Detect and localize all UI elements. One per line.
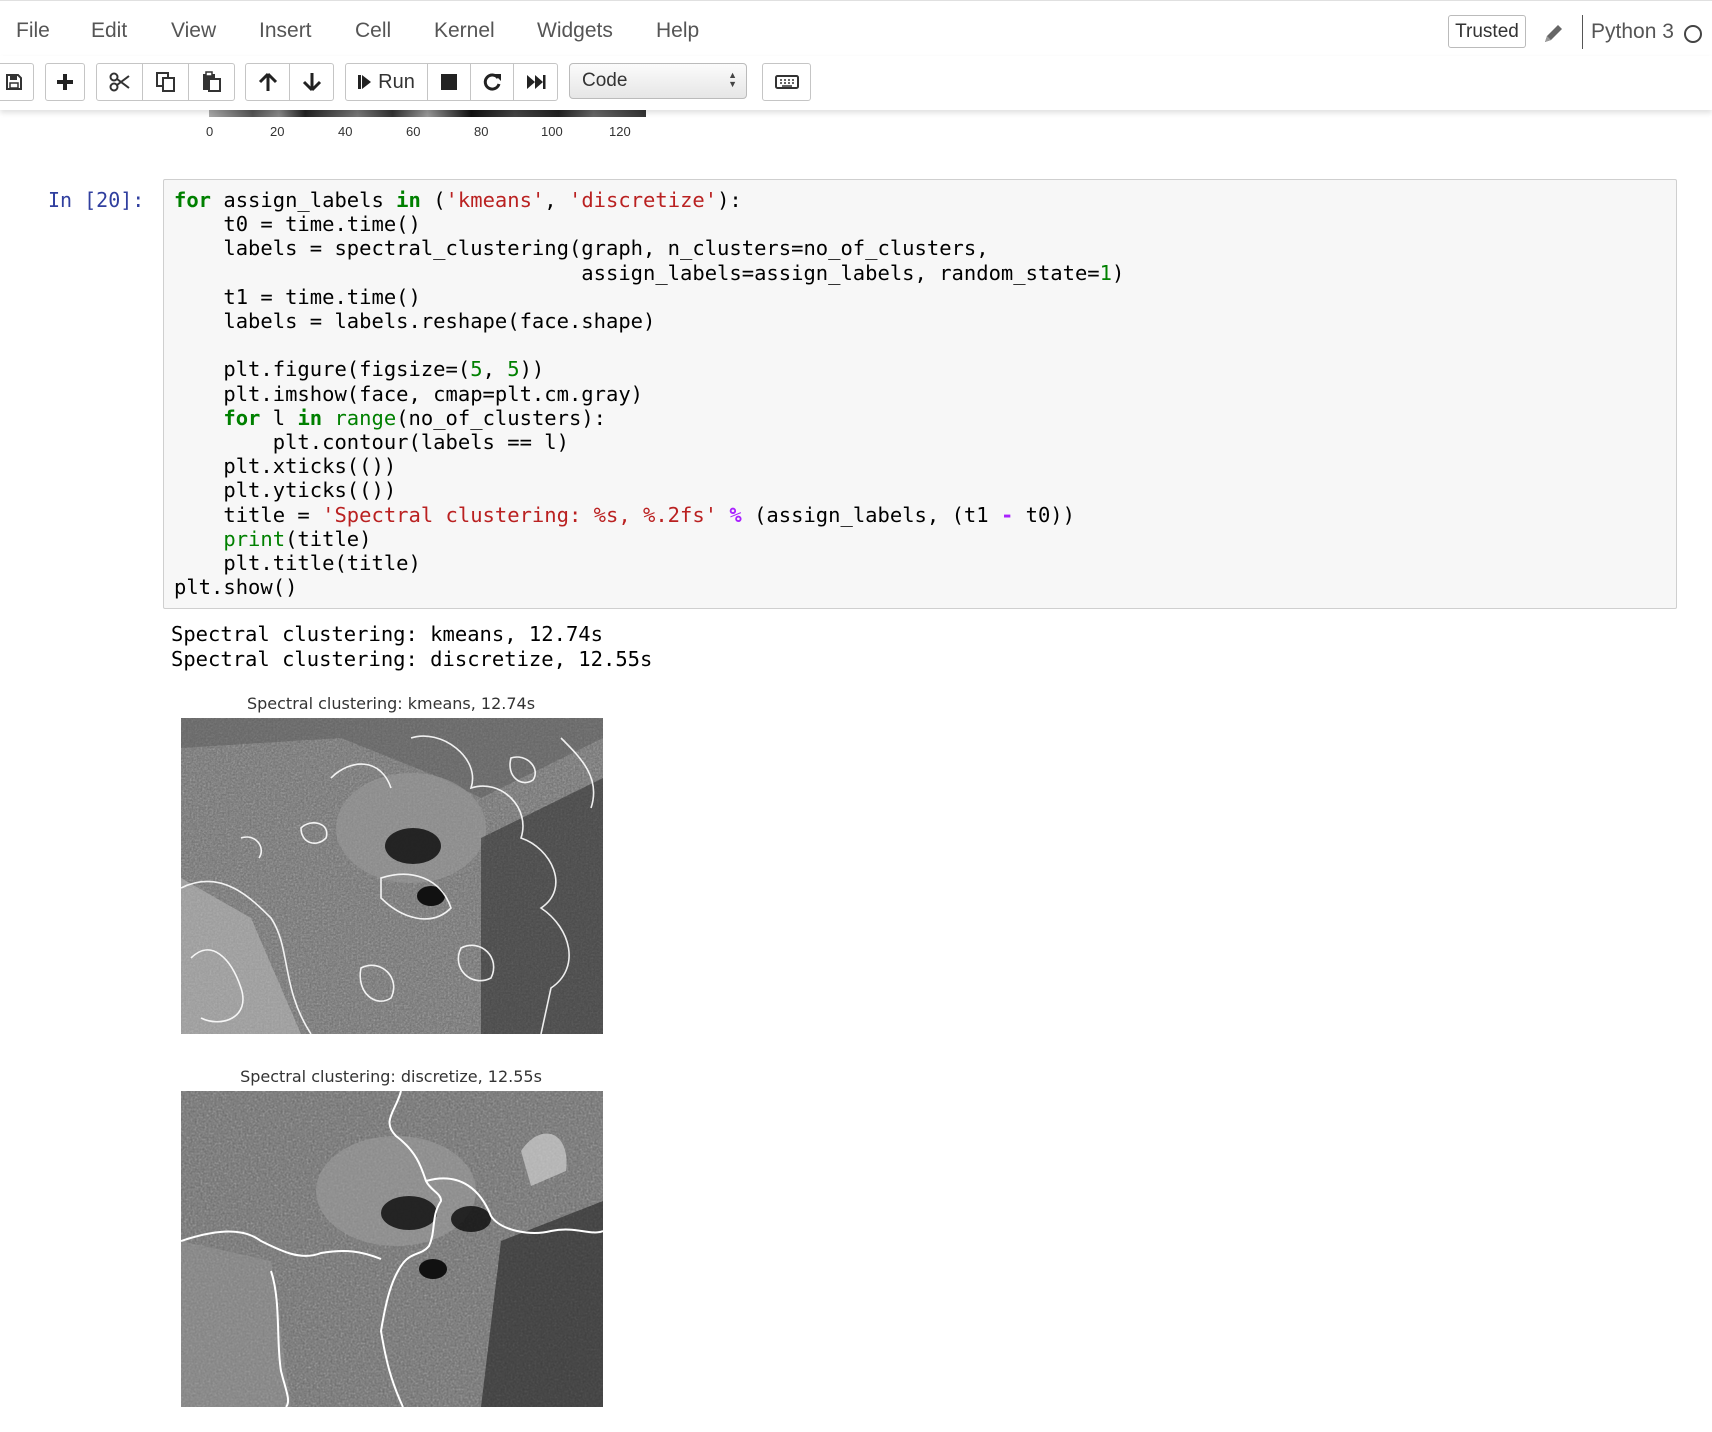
figure-title-discretize: Spectral clustering: discretize, 12.55s bbox=[240, 1067, 542, 1086]
stdout-line: Spectral clustering: discretize, 12.55s bbox=[171, 646, 653, 671]
menu-cell[interactable]: Cell bbox=[355, 19, 391, 43]
insert-cell-button[interactable] bbox=[45, 63, 85, 101]
cut-button[interactable] bbox=[96, 63, 143, 101]
menu-help[interactable]: Help bbox=[656, 19, 699, 43]
paste-button[interactable] bbox=[188, 63, 235, 101]
step-forward-icon bbox=[358, 75, 372, 89]
x-tick-label: 100 bbox=[541, 124, 563, 139]
x-tick-label: 60 bbox=[406, 124, 421, 139]
raccoon-kmeans-contour-image bbox=[181, 718, 603, 1034]
code-cell-editor[interactable]: for assign_labels in ('kmeans', 'discret… bbox=[163, 179, 1677, 609]
run-label: Run bbox=[378, 70, 415, 93]
keyboard-icon bbox=[774, 75, 799, 89]
stdout-line: Spectral clustering: kmeans, 12.74s bbox=[171, 622, 603, 646]
plus-icon bbox=[57, 74, 73, 90]
restart-icon bbox=[483, 73, 501, 91]
menu-edit[interactable]: Edit bbox=[91, 19, 127, 43]
copy-icon bbox=[155, 72, 175, 92]
trusted-label: Trusted bbox=[1455, 20, 1519, 42]
save-button[interactable] bbox=[0, 63, 34, 101]
raccoon-discretize-contour-image bbox=[181, 1091, 603, 1407]
figure-title-kmeans: Spectral clustering: kmeans, 12.74s bbox=[246, 694, 536, 713]
menu-widgets[interactable]: Widgets bbox=[537, 19, 613, 43]
toolbar: Run Code ▲ ▼ bbox=[0, 56, 1712, 110]
menu-view[interactable]: View bbox=[171, 19, 216, 43]
kernel-idle-icon bbox=[1684, 25, 1702, 43]
run-button[interactable]: Run bbox=[345, 63, 428, 101]
menu-kernel[interactable]: Kernel bbox=[434, 19, 495, 43]
pencil-icon[interactable] bbox=[1540, 21, 1566, 47]
menu-insert[interactable]: Insert bbox=[259, 19, 312, 43]
stop-icon bbox=[441, 74, 457, 90]
previous-plot-output: 0 20 40 60 80 100 120 bbox=[200, 109, 650, 149]
cell-type-value: Code bbox=[582, 70, 628, 91]
move-up-button[interactable] bbox=[245, 63, 290, 101]
menubar: File Edit View Insert Cell Kernel Widget… bbox=[0, 0, 1712, 57]
previous-plot-image-edge bbox=[209, 109, 646, 117]
interrupt-button[interactable] bbox=[427, 63, 471, 101]
x-tick-label: 40 bbox=[338, 124, 353, 139]
menu-file[interactable]: File bbox=[16, 19, 50, 43]
x-tick-label: 20 bbox=[270, 124, 285, 139]
copy-button[interactable] bbox=[142, 63, 189, 101]
x-tick-label: 120 bbox=[609, 124, 631, 139]
input-prompt: In [20]: bbox=[48, 188, 145, 212]
cut-icon bbox=[109, 72, 130, 92]
stdout-output: Spectral clustering: kmeans, 12.74s Spec… bbox=[171, 622, 652, 671]
arrow-down-icon bbox=[302, 73, 321, 92]
restart-run-all-button[interactable] bbox=[513, 63, 558, 101]
restart-button[interactable] bbox=[470, 63, 514, 101]
kernel-name[interactable]: Python 3 bbox=[1591, 20, 1674, 44]
x-tick-label: 80 bbox=[474, 124, 489, 139]
move-down-button[interactable] bbox=[289, 63, 334, 101]
kernel-separator bbox=[1582, 15, 1583, 49]
select-arrows-icon: ▲ ▼ bbox=[728, 70, 737, 89]
paste-icon bbox=[202, 71, 221, 92]
command-palette-button[interactable] bbox=[762, 63, 811, 101]
arrow-up-icon bbox=[258, 72, 277, 91]
code-text[interactable]: for assign_labels in ('kmeans', 'discret… bbox=[174, 188, 1124, 599]
save-icon bbox=[6, 74, 22, 90]
x-tick-label: 0 bbox=[206, 124, 214, 139]
trusted-indicator[interactable]: Trusted bbox=[1448, 15, 1526, 48]
fast-forward-icon bbox=[526, 75, 545, 89]
cell-type-select[interactable]: Code ▲ ▼ bbox=[569, 63, 747, 99]
